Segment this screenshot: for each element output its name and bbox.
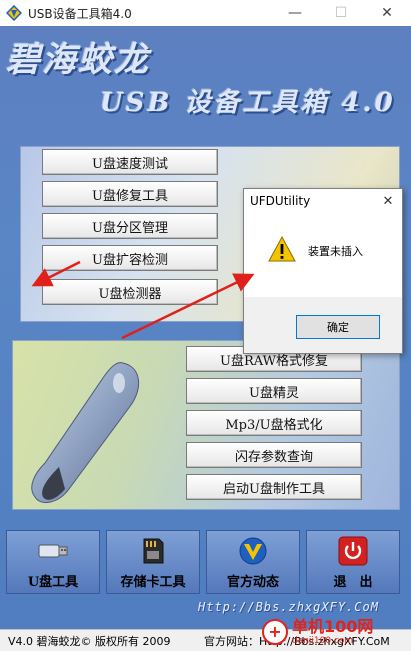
boot-usb-maker-button[interactable]: 启动U盘制作工具 [186,474,362,500]
window-title: USB设备工具箱4.0 [28,6,132,21]
exit-label: 退 出 [333,575,373,590]
warning-icon [268,235,296,262]
watermark-domain: danji100.com [292,635,354,646]
app-logo-icon [6,5,22,21]
v-logo-icon [237,537,269,565]
flash-param-query-button[interactable]: 闪存参数查询 [186,442,362,468]
exit-button[interactable]: 退 出 [306,530,400,594]
maximize-button[interactable]: ☐ [326,0,356,26]
usb-tools-button[interactable]: U盘工具 [6,530,100,594]
title-bar: USB设备工具箱4.0 — ☐ ✕ [0,0,411,26]
usb-drive-image [31,362,139,504]
dialog-close-button[interactable]: ✕ [374,189,402,213]
site-watermark: + 单机100网 danji100.com [262,612,411,651]
dialog-body: 装置未插入 [244,213,402,297]
dialog-ok-button[interactable]: 确定 [296,315,380,339]
usb-tools-label: U盘工具 [27,575,79,590]
usb-partition-manager-button[interactable]: U盘分区管理 [42,213,218,239]
mp3-usb-format-button[interactable]: Mp3/U盘格式化 [186,410,362,436]
bottom-toolbar: U盘工具 存储卡工具 官方动态 退 出 [6,530,406,594]
usb-speed-test-button[interactable]: U盘速度测试 [42,149,218,175]
message-dialog: UFDUtility ✕ 装置未插入 确定 [243,188,403,354]
memory-card-tools-label: 存储卡工具 [120,575,186,590]
close-button[interactable]: ✕ [372,0,402,26]
minimize-button[interactable]: — [280,0,310,26]
banner-subtitle: USB 设备工具箱 4.0 [100,88,396,118]
power-icon [337,536,369,566]
official-news-label: 官方动态 [226,575,279,590]
dialog-message: 装置未插入 [308,245,363,258]
plus-logo-icon: + [262,618,288,645]
usb-capacity-check-button[interactable]: U盘扩容检测 [42,245,218,271]
copyright-text: V4.0 碧海蛟龙© 版权所有 2009 [8,634,171,648]
usb-wizard-button[interactable]: U盘精灵 [186,378,362,404]
usb-detector-button[interactable]: U盘检测器 [42,279,218,305]
banner-title: 碧海蛟龙 [6,40,150,80]
memory-card-icon [137,537,169,565]
watermark-name: 单机100网 [292,616,374,636]
usb-repair-tool-button[interactable]: U盘修复工具 [42,181,218,207]
usb-stick-icon [37,537,69,565]
memory-card-tools-button[interactable]: 存储卡工具 [106,530,200,594]
official-news-button[interactable]: 官方动态 [206,530,300,594]
